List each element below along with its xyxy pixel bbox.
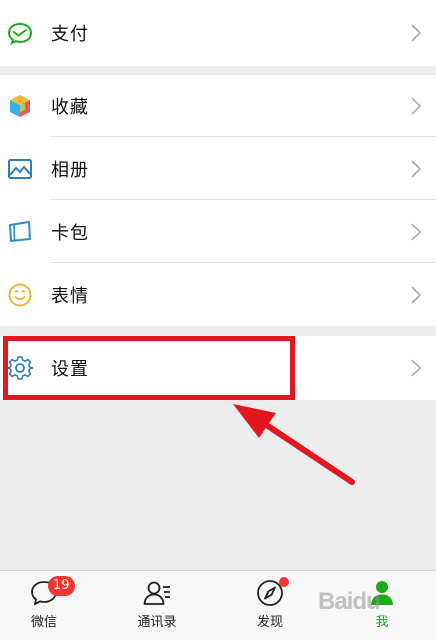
contacts-icon (142, 578, 172, 608)
tab-discover[interactable]: 发现 (230, 571, 310, 640)
menu-group-pay: 支付 (0, 0, 436, 66)
wallet-check-icon (7, 20, 33, 46)
chevron-right-icon (410, 23, 422, 43)
menu-item-stickers[interactable]: 表情 (0, 263, 436, 326)
chevron-right-icon (410, 285, 422, 305)
new-indicator-dot (279, 577, 289, 587)
picture-icon (7, 156, 33, 182)
menu-group-main: 收藏 相册 卡包 表情 (0, 74, 436, 326)
menu-item-cards[interactable]: 卡包 (0, 200, 436, 263)
tab-contacts[interactable]: 通讯录 (117, 571, 197, 640)
card-icon (7, 219, 33, 245)
tab-chats[interactable]: 19 微信 (4, 571, 84, 640)
chevron-right-icon (410, 358, 422, 378)
tab-contacts-label: 通讯录 (137, 615, 177, 630)
menu-item-album-label: 相册 (51, 159, 89, 181)
smiley-icon (7, 282, 33, 308)
menu-item-favorites[interactable]: 收藏 (0, 74, 436, 137)
menu-item-pay[interactable]: 支付 (0, 0, 436, 66)
menu-item-cards-label: 卡包 (51, 222, 89, 244)
menu-item-stickers-label: 表情 (51, 285, 89, 307)
annotation-highlight-box (3, 336, 295, 400)
unread-badge: 19 (48, 576, 75, 596)
chevron-right-icon (410, 159, 422, 179)
menu-item-favorites-label: 收藏 (51, 96, 89, 118)
cube-icon (7, 93, 33, 119)
tab-chats-label: 微信 (30, 615, 57, 630)
chevron-right-icon (410, 96, 422, 116)
chevron-right-icon (410, 222, 422, 242)
menu-item-pay-label: 支付 (51, 24, 89, 45)
tab-discover-label: 发现 (256, 615, 283, 630)
watermark-logo: Baidu (318, 588, 381, 615)
menu-item-album[interactable]: 相册 (0, 137, 436, 200)
